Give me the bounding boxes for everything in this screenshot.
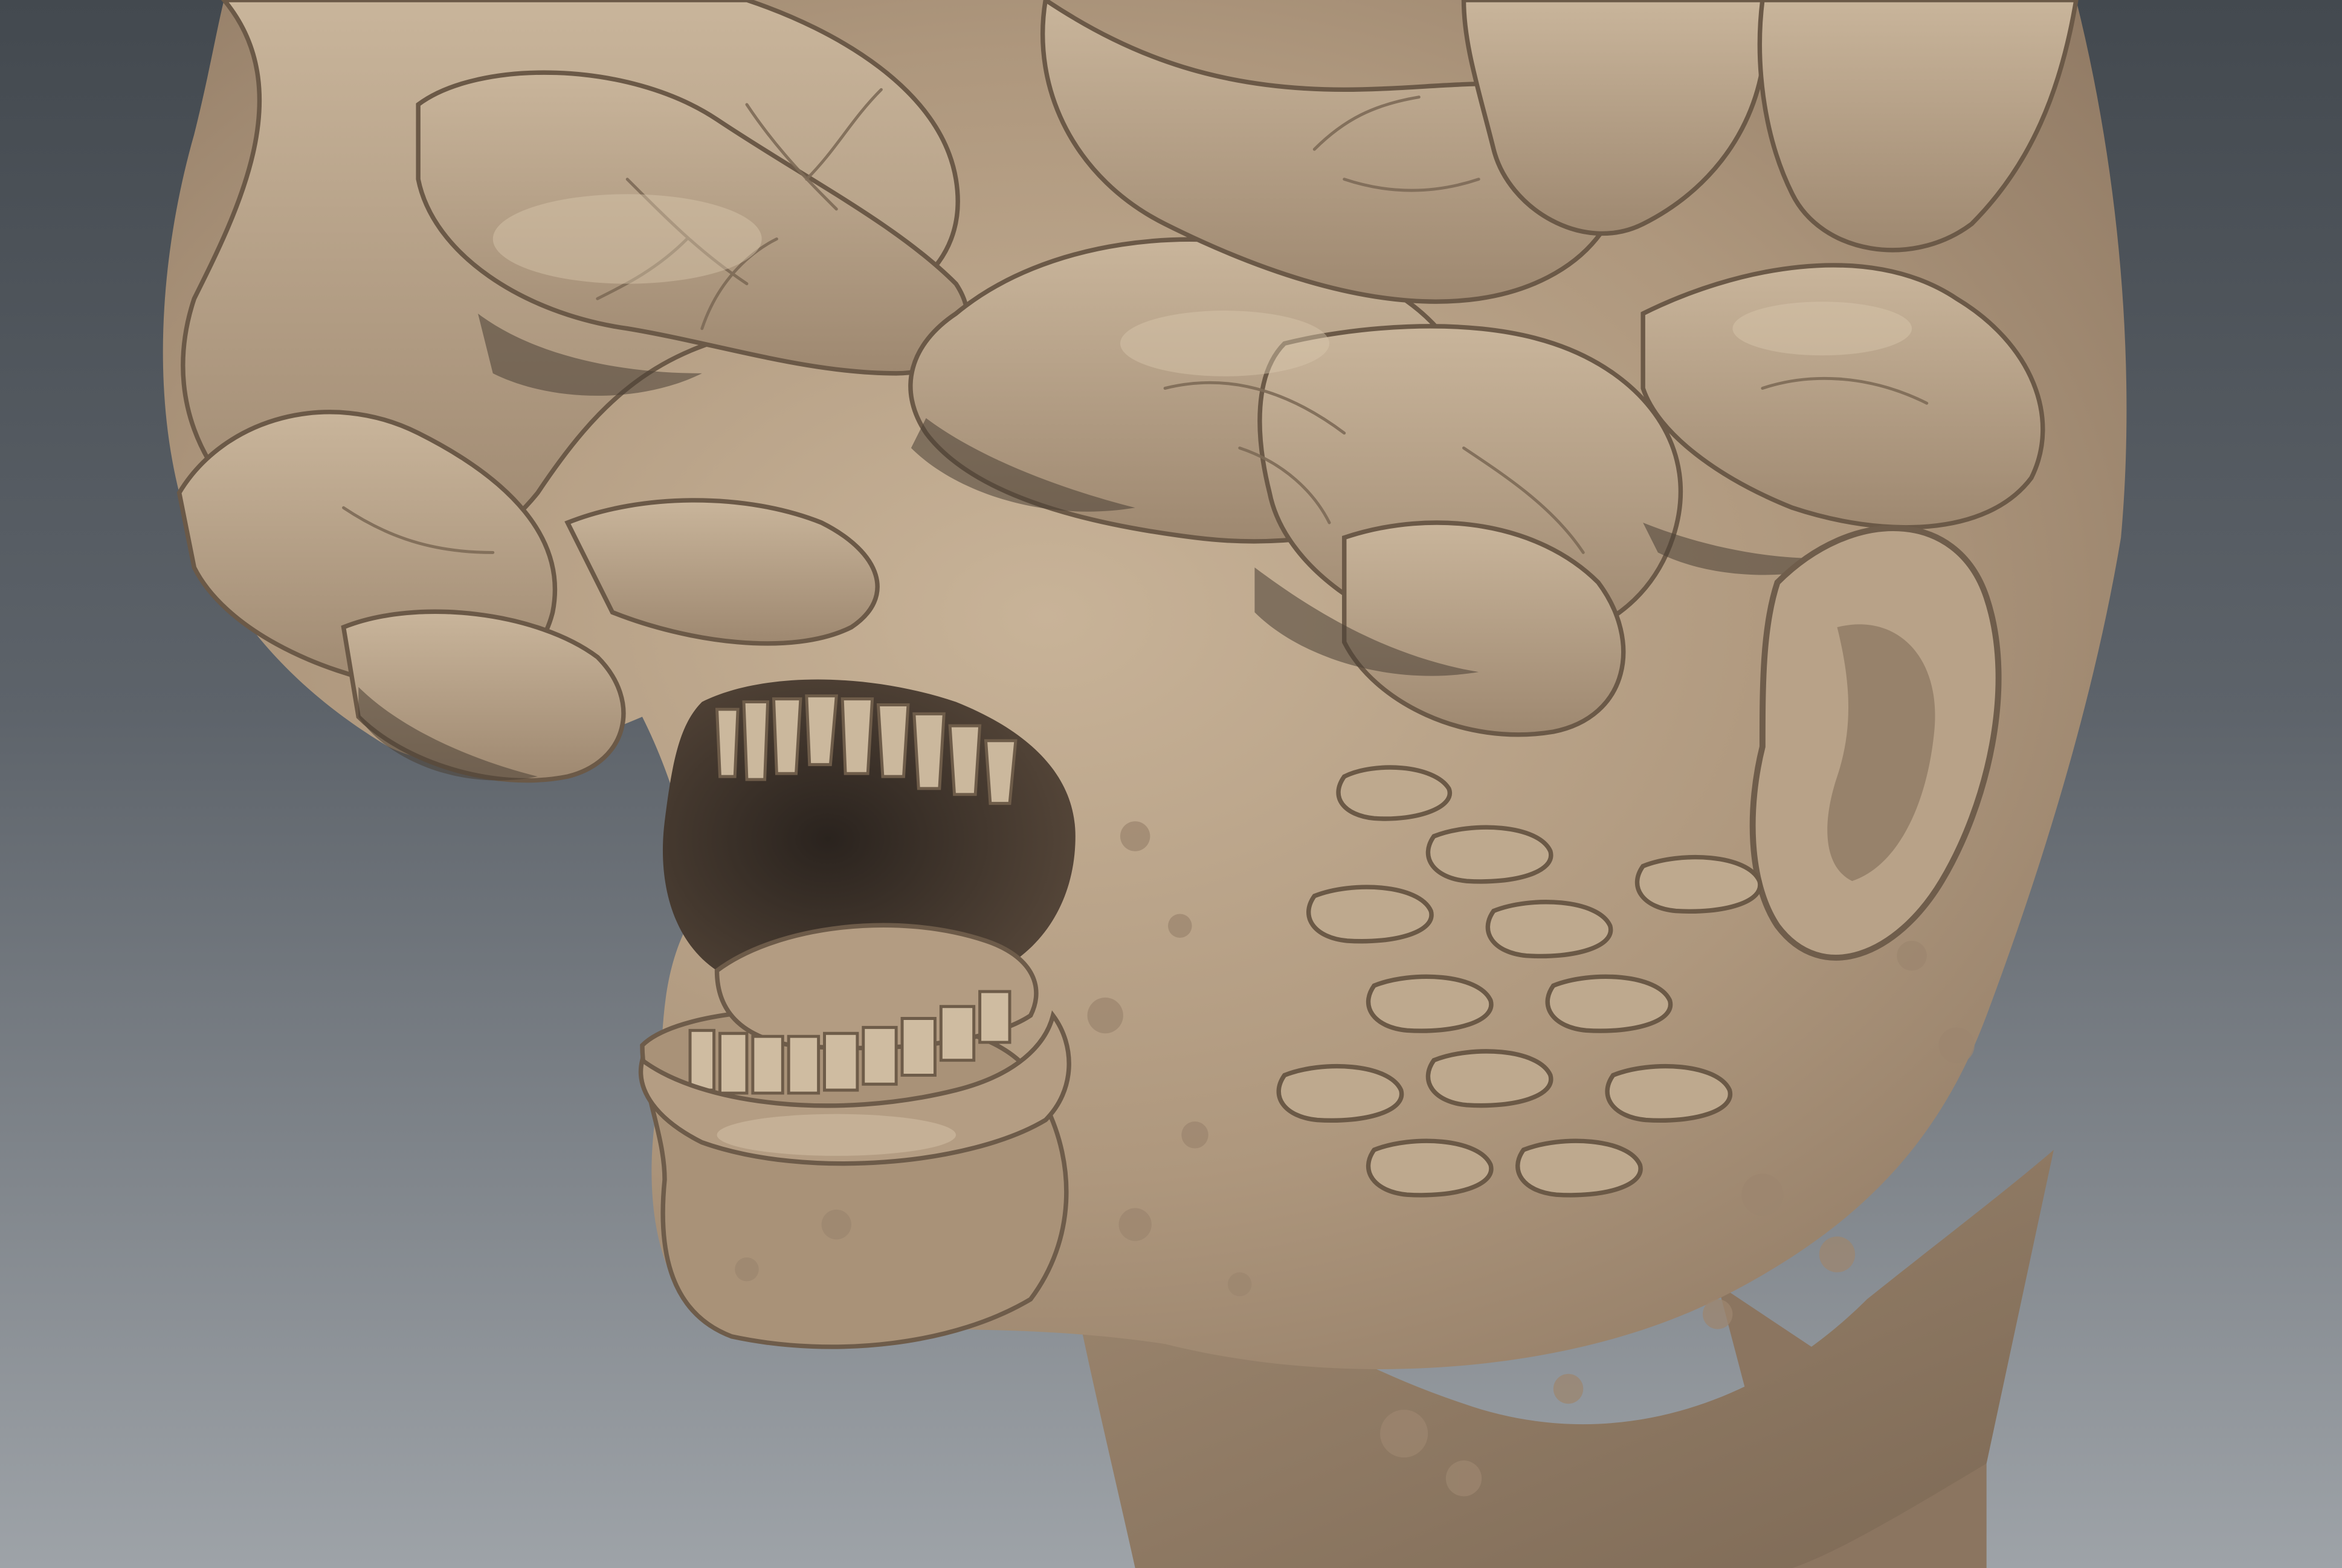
sculpt-viewport[interactable] <box>0 0 2342 1568</box>
sculpt-render <box>163 0 2127 1568</box>
